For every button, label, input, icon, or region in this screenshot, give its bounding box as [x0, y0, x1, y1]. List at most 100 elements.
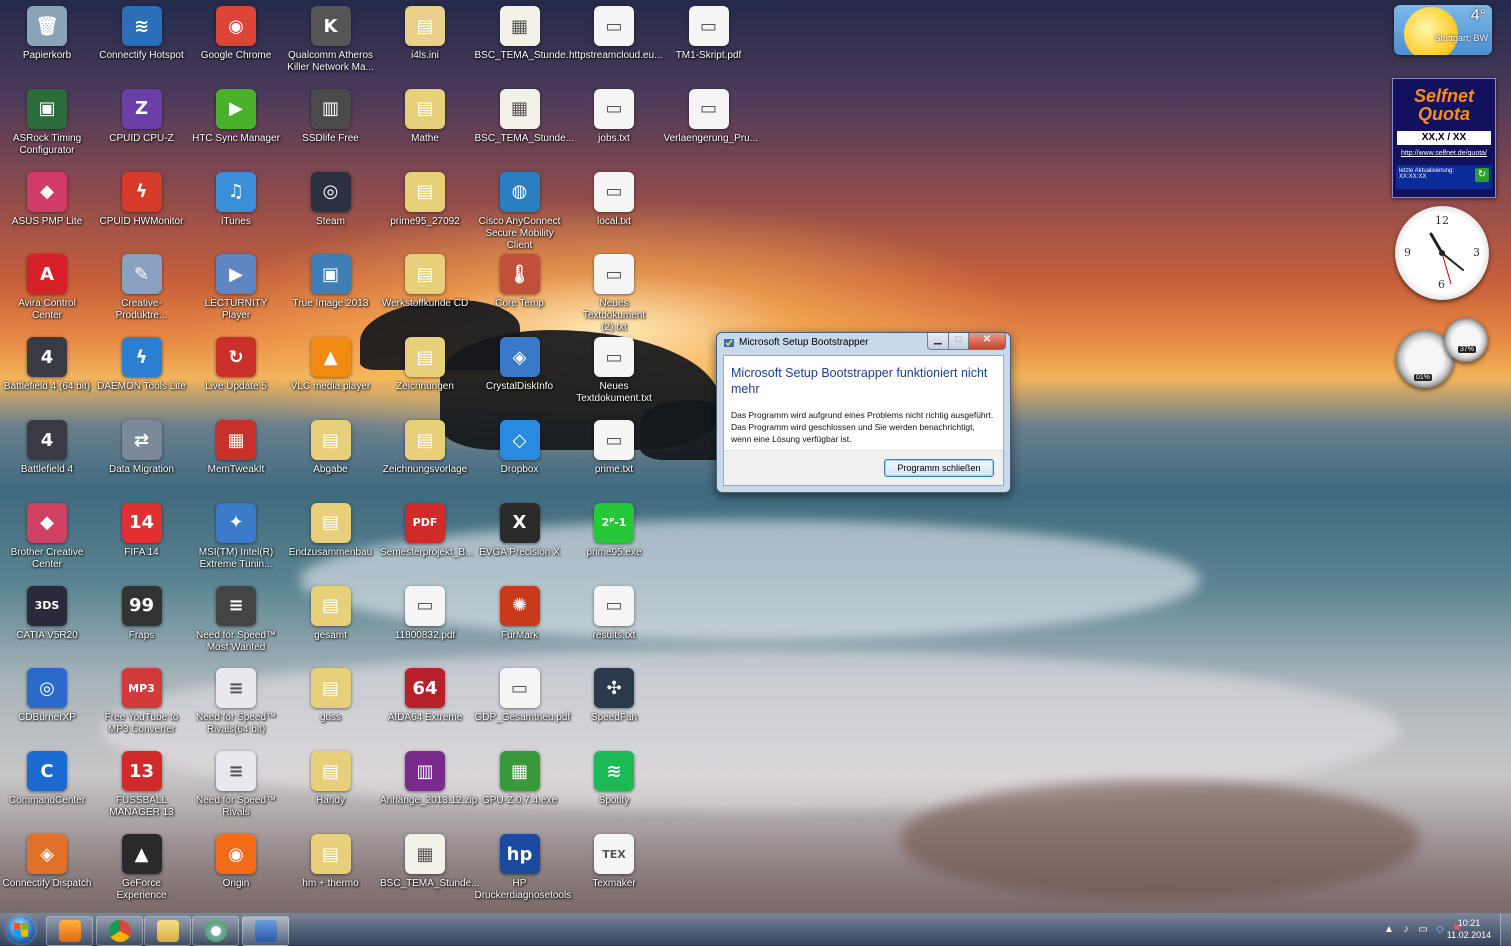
weather-gadget[interactable]: 4° Stuttgart, BW [1394, 5, 1492, 55]
desktop-icon[interactable]: ✺ FurMark [473, 583, 567, 665]
desktop-icon[interactable]: ▭ TM1-Skript.pdf [662, 3, 756, 85]
close-program-button[interactable]: Programm schließen [884, 459, 994, 477]
taskbar-setup-bootstrapper[interactable] [242, 916, 289, 946]
selfnet-quota-gadget[interactable]: Selfnet Quota XX,X / XX http://www.selfn… [1392, 78, 1496, 198]
volume-icon[interactable]: ♪ [1400, 924, 1412, 936]
desktop-icon[interactable]: ▲ VLC media player [284, 334, 378, 416]
desktop-icon[interactable]: ▤ prime95_27092 [378, 169, 472, 251]
desktop-icon[interactable]: ◈ CrystalDiskInfo [473, 334, 567, 416]
desktop-icon[interactable]: ▭ results.txt [567, 583, 661, 665]
taskbar-chrome[interactable] [96, 916, 143, 946]
desktop-icon[interactable]: 64 AIDA64 Extreme [378, 665, 472, 747]
desktop-icon[interactable]: ≡ Need for Speed™ Rivals [189, 748, 283, 830]
desktop-icon[interactable]: ▤ hm + thermo [284, 831, 378, 913]
desktop-icon[interactable]: ▦ MemTweakIt [189, 417, 283, 499]
desktop-icon[interactable]: ▶ LECTURNITY Player [189, 251, 283, 333]
desktop-icon[interactable]: C CommandCenter [0, 748, 94, 830]
desktop-icon[interactable]: ▥ SSDlife Free [284, 86, 378, 168]
desktop-icon[interactable]: ◉ Google Chrome [189, 3, 283, 85]
desktop-icon[interactable]: ▤ i4ls.ini [378, 3, 472, 85]
desktop-icon[interactable]: ⇄ Data Migration [95, 417, 189, 499]
desktop-icon[interactable]: ◆ ASUS PMP Lite [0, 169, 94, 251]
clock-gadget[interactable]: 12 3 6 9 [1395, 206, 1489, 300]
minimize-button[interactable]: ▁ [927, 333, 949, 350]
desktop-icon[interactable]: ◇ Dropbox [473, 417, 567, 499]
desktop-icon[interactable]: ▭ jobs.txt [567, 86, 661, 168]
desktop-icon[interactable]: ▭ Neues Textdokument (2).txt [567, 251, 661, 333]
desktop-icon[interactable]: ▭ local.txt [567, 169, 661, 251]
close-button[interactable]: ✕ [968, 333, 1006, 350]
desktop-icon[interactable]: PDF Semesterprojekt_B... [378, 500, 473, 582]
desktop-icon[interactable]: ✎ Creative-Produktre... [95, 251, 189, 333]
desktop-icon[interactable]: 2ᴾ-1 prime95.exe [567, 500, 661, 582]
desktop-icon[interactable]: ♫ iTunes [189, 169, 283, 251]
desktop-icon[interactable]: ▣ ASRock Timing Configurator [0, 86, 94, 168]
desktop-icon[interactable]: ≋ Spotify [567, 748, 661, 830]
desktop-icon[interactable]: 14 FIFA 14 [95, 500, 189, 582]
desktop-icon[interactable]: 4 Battlefield 4 [0, 417, 94, 499]
desktop-icon[interactable]: ▤ Endzusammenbau [284, 500, 378, 582]
desktop-icon[interactable]: 4 Battlefield 4 (64 bit) [0, 334, 94, 416]
desktop-icon[interactable]: ▤ guss [284, 665, 378, 747]
desktop-icon[interactable]: hp HP Druckerdiagnosetools [473, 831, 571, 913]
desktop-icon[interactable]: ▤ gesamt [284, 583, 378, 665]
desktop-icon[interactable]: ▥ Anhänge_2013.12.zip [378, 748, 477, 830]
desktop-icon[interactable]: TEX Texmaker [567, 831, 661, 913]
desktop-icon[interactable]: ✦ MSI(TM) Intel(R) Extreme Tunin... [189, 500, 283, 582]
desktop-icon[interactable]: ✣ SpeedFan [567, 665, 661, 747]
desktop-icon[interactable]: 13 FUSSBALL MANAGER 13 [95, 748, 189, 830]
show-desktop-button[interactable] [1500, 914, 1511, 946]
desktop-icon[interactable]: 3DS CATIA V5R20 [0, 583, 94, 665]
desktop-icon[interactable]: ▭ GDP_Gesamtneu.pdf [473, 665, 570, 747]
desktop-icon[interactable]: ▲ GeForce Experience [95, 831, 189, 913]
quota-link[interactable]: http://www.selfnet.de/quota/ [1393, 150, 1495, 157]
desktop-icon[interactable]: ▤ Handy [284, 748, 378, 830]
desktop-icon[interactable]: ◈ Connectify Dispatch [0, 831, 94, 913]
desktop-icon[interactable]: ▦ BSC_TEMA_Stunde... [378, 831, 480, 913]
desktop-icon[interactable]: ≡ Need for Speed™ Rivals(64 bit) [189, 665, 283, 747]
desktop-icon[interactable]: ▭ prime.txt [567, 417, 661, 499]
desktop-icon[interactable]: 🗑 Papierkorb [0, 3, 94, 85]
error-dialog[interactable]: Microsoft Setup Bootstrapper ▁ □ ✕ Micro… [716, 332, 1011, 493]
refresh-icon[interactable]: ↻ [1475, 168, 1489, 182]
desktop-icon[interactable]: A Avira Control Center [0, 251, 94, 333]
desktop-icon[interactable]: ◎ CDBurnerXP [0, 665, 94, 747]
desktop-icon[interactable]: ▤ Werkstoffkunde CD [378, 251, 472, 333]
desktop-icon[interactable]: ▦ GPU-Z.0.7.4.exe [473, 748, 567, 830]
desktop-icon[interactable]: ≡ Need for Speed™ Most Wanted [189, 583, 283, 665]
desktop-icon[interactable]: 🌡 Core Temp [473, 251, 567, 333]
desktop-icon[interactable]: ▭ Verlaengerung_Pru... [662, 86, 758, 168]
desktop-icon[interactable]: ▤ Mathe [378, 86, 472, 168]
desktop-icon[interactable]: ▤ Abgabe [284, 417, 378, 499]
desktop-icon[interactable]: X EVGA Precision X [473, 500, 567, 582]
chevron-up-icon[interactable]: ▲ [1383, 924, 1395, 936]
desktop-icon[interactable]: MP3 Free YouTube to MP3 Converter [95, 665, 189, 747]
desktop-icon[interactable]: ϟ CPUID HWMonitor [95, 169, 189, 251]
desktop-icon[interactable]: ↻ Live Update 5 [189, 334, 283, 416]
desktop-icon[interactable]: ▭ Neues Textdokument.txt [567, 334, 661, 416]
desktop-icon[interactable]: ▣ True Image 2013 [284, 251, 378, 333]
desktop-icon[interactable]: ◍ Cisco AnyConnect Secure Mobility Client [473, 169, 567, 251]
desktop-icon[interactable]: ≋ Connectify Hotspot [95, 3, 189, 85]
desktop-icon[interactable]: ▦ BSC_TEMA_Stunde... [473, 86, 574, 168]
desktop-icon[interactable]: ◎ Steam [284, 169, 378, 251]
desktop-icon[interactable]: ϟ DAEMON Tools Lite [95, 334, 189, 416]
network-icon[interactable]: ▭ [1417, 924, 1429, 936]
desktop-icon[interactable]: ◆ Brother Creative Center [0, 500, 94, 582]
start-button[interactable] [3, 914, 39, 946]
desktop-icon[interactable]: ▤ Zeichnungen [378, 334, 472, 416]
desktop-icon[interactable]: ▭ httpstreamcloud.eu... [567, 3, 662, 85]
taskbar-paint[interactable] [192, 916, 239, 946]
desktop-icon[interactable]: 99 Fraps [95, 583, 189, 665]
taskbar-clock[interactable]: 10:21 11.02.2014 [1439, 917, 1499, 941]
desktop-icon[interactable]: Z CPUID CPU-Z [95, 86, 189, 168]
taskbar-media-player[interactable] [46, 916, 93, 946]
desktop-icon[interactable]: ▦ BSC_TEMA_Stunde... [473, 3, 574, 85]
desktop-icon[interactable]: ◉ Origin [189, 831, 283, 913]
desktop-icon[interactable]: K Qualcomm Atheros Killer Network Ma... [284, 3, 378, 85]
memory-meter-gadget[interactable]: 37% [1444, 318, 1488, 362]
desktop-icon[interactable]: ▤ Zeichnungsvorlage [378, 417, 472, 499]
desktop-icon[interactable]: ▭ 11800832.pdf [378, 583, 472, 665]
dialog-titlebar[interactable]: Microsoft Setup Bootstrapper ▁ □ ✕ [717, 333, 1010, 353]
desktop-icon[interactable]: ▶ HTC Sync Manager [189, 86, 283, 168]
